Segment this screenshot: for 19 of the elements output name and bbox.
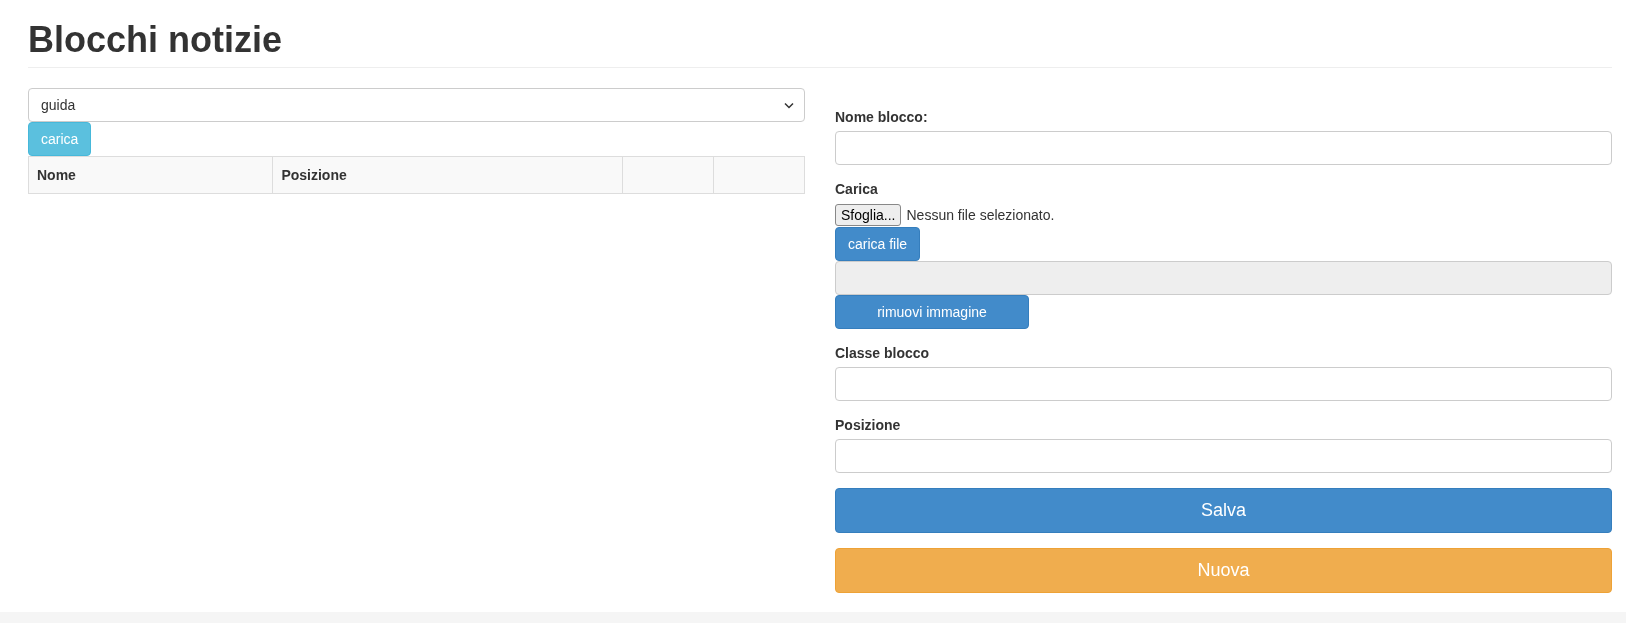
browse-button[interactable]: Sfoglia...: [835, 204, 902, 226]
text-field[interactable]: [835, 367, 1612, 401]
file-status: Nessun file selezionato.: [906, 207, 1055, 223]
save-button[interactable]: Salva: [835, 488, 1612, 533]
text-field[interactable]: [835, 131, 1612, 165]
field-label: Classe blocco: [835, 344, 931, 362]
text-field[interactable]: [835, 439, 1612, 473]
field-label: Carica: [835, 180, 879, 198]
select-field[interactable]: guida: [28, 88, 805, 122]
field-label: Nome blocco:: [835, 108, 929, 126]
new-button[interactable]: Nuova: [835, 548, 1612, 593]
load-button[interactable]: carica: [28, 122, 92, 156]
page-title: Blocchi notizie: [28, 20, 284, 60]
field-label: Posizione: [835, 416, 902, 434]
chevron-down-icon: [784, 101, 794, 109]
upload-button[interactable]: carica file: [835, 227, 921, 261]
remove-image-button[interactable]: rimuovi immagine: [835, 295, 1029, 329]
column-header: Nome: [28, 156, 273, 194]
column-header: Posizione: [272, 156, 623, 194]
